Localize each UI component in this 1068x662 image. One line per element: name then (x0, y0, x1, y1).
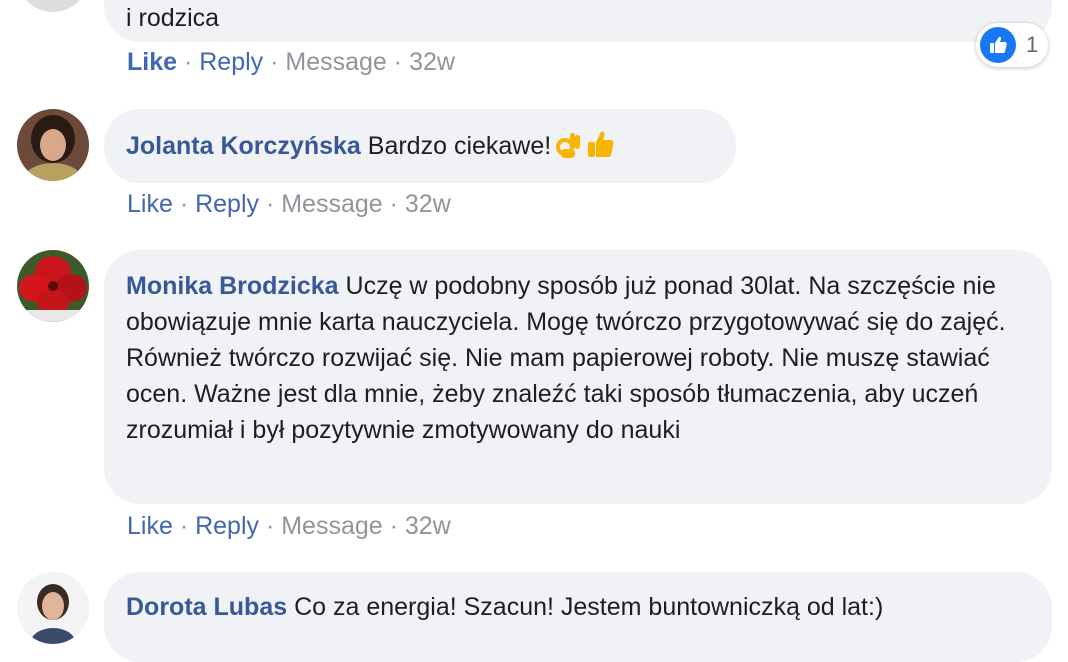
separator: · (386, 48, 410, 76)
message-link[interactable]: Message (281, 190, 382, 218)
avatar[interactable] (17, 250, 89, 322)
comment-author[interactable]: Jolanta Korczyńska (126, 132, 361, 160)
comment-actions: Like · Reply · Message · 32w (127, 511, 451, 541)
separator: · (172, 512, 196, 540)
separator: · (382, 190, 405, 218)
message-link[interactable]: Message (281, 512, 382, 540)
separator: · (382, 512, 405, 540)
message-link[interactable]: Message (285, 48, 386, 76)
comment-text: Co za energia! Szacun! Jestem buntownicz… (294, 593, 884, 621)
comment-actions: Like · Reply · Message · 32w (127, 47, 455, 77)
like-icon (980, 27, 1016, 63)
avatar-photo (17, 572, 89, 644)
separator: · (259, 190, 282, 218)
separator: · (263, 48, 286, 76)
avatar[interactable] (17, 109, 89, 181)
avatar-photo (17, 250, 89, 322)
like-link[interactable]: Like (127, 48, 177, 76)
avatar[interactable] (17, 572, 89, 644)
like-link[interactable]: Like (127, 512, 173, 540)
reaction-count: 1 (1026, 32, 1039, 57)
separator: · (259, 512, 282, 540)
comment-bubble: i rodzica (104, 0, 1052, 42)
avatar[interactable] (17, 0, 89, 12)
reply-link[interactable]: Reply (199, 48, 263, 76)
thumbs-up-emoji (585, 129, 615, 159)
timestamp[interactable]: 32w (409, 48, 455, 76)
reaction-count-badge[interactable]: 1 (976, 23, 1048, 67)
comment-text: Bardzo ciekawe! (367, 132, 552, 160)
separator: · (177, 48, 200, 76)
like-link[interactable]: Like (127, 190, 173, 218)
reply-link[interactable]: Reply (195, 512, 259, 540)
comment-text: i rodzica (126, 4, 220, 32)
comment-bubble: Monika Brodzicka Uczę w podobny sposób j… (104, 250, 1052, 504)
reply-link[interactable]: Reply (195, 190, 259, 218)
avatar-photo (17, 109, 89, 181)
comment-actions: Like · Reply · Message · 32w (127, 189, 451, 219)
ok-hand-emoji (553, 129, 583, 159)
comment-bubble: Jolanta Korczyńska Bardzo ciekawe! (104, 109, 736, 183)
comment-bubble: Dorota Lubas Co za energia! Szacun! Jest… (104, 572, 1052, 662)
comment-author[interactable]: Dorota Lubas (126, 593, 287, 621)
comment-author[interactable]: Monika Brodzicka (126, 272, 339, 300)
timestamp[interactable]: 32w (405, 512, 451, 540)
separator: · (172, 190, 196, 218)
timestamp[interactable]: 32w (405, 190, 451, 218)
